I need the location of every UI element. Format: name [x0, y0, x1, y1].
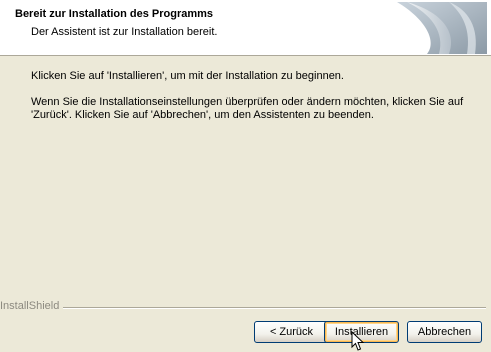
- cancel-button[interactable]: Abbrechen: [407, 321, 482, 343]
- header-title: Bereit zur Installation des Programms: [15, 8, 214, 20]
- separator-line: [0, 307, 486, 309]
- installshield-brand: InstallShield: [0, 300, 64, 312]
- installer-dialog: Bereit zur Installation des Programms De…: [0, 0, 491, 352]
- installer-banner-icon: [397, 2, 487, 54]
- dialog-header: Bereit zur Installation des Programms De…: [0, 0, 491, 56]
- back-button[interactable]: < Zurück: [254, 321, 329, 343]
- pointer-cursor-icon: [351, 331, 365, 351]
- header-subtitle: Der Assistent ist zur Installation berei…: [31, 26, 218, 38]
- help-text: Wenn Sie die Installationseinstellungen …: [31, 96, 464, 121]
- instruction-text: Klicken Sie auf 'Installieren', um mit d…: [31, 70, 344, 82]
- brand-separator: InstallShield: [0, 300, 491, 314]
